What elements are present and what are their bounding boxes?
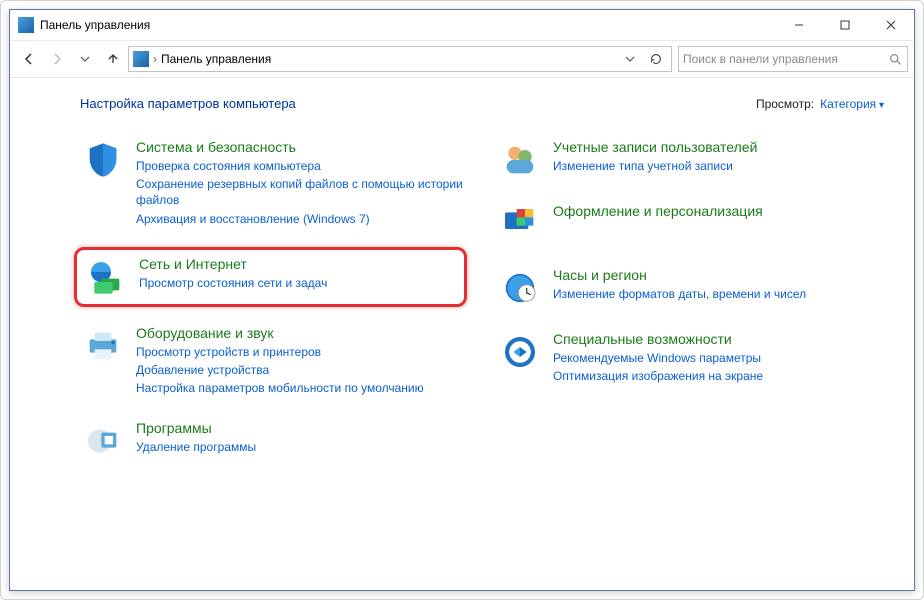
view-by-dropdown[interactable]: Категория — [820, 97, 884, 111]
control-panel-icon — [133, 51, 149, 67]
categories-col-left: Система и безопасность Проверка состояни… — [80, 135, 467, 480]
content-area: Настройка параметров компьютера Просмотр… — [10, 78, 914, 590]
control-panel-icon — [18, 17, 34, 33]
appearance-icon — [499, 203, 541, 245]
category-system-security: Система и безопасность Проверка состояни… — [80, 135, 467, 233]
minimize-button[interactable] — [776, 10, 822, 40]
category-link[interactable]: Оптимизация изображения на экране — [553, 368, 882, 384]
titlebar: Панель управления — [10, 10, 914, 41]
breadcrumb[interactable]: Панель управления — [161, 52, 271, 66]
ease-of-access-icon — [499, 331, 541, 373]
printer-icon — [82, 325, 124, 367]
category-link[interactable]: Рекомендуемые Windows параметры — [553, 350, 882, 366]
category-title[interactable]: Специальные возможности — [553, 331, 882, 347]
categories-col-right: Учетные записи пользователей Изменение т… — [497, 135, 884, 480]
page-title: Настройка параметров компьютера — [80, 96, 296, 111]
category-title[interactable]: Оборудование и звук — [136, 325, 465, 341]
category-network-internet: Сеть и Интернет Просмотр состояния сети … — [74, 247, 467, 307]
category-link[interactable]: Удаление программы — [136, 439, 465, 455]
category-hardware-sound: Оборудование и звук Просмотр устройств и… — [80, 321, 467, 403]
refresh-button[interactable] — [645, 48, 667, 70]
shield-icon — [82, 139, 124, 181]
category-clock-region: Часы и регион Изменение форматов даты, в… — [497, 263, 884, 313]
category-link[interactable]: Проверка состояния компьютера — [136, 158, 465, 174]
category-user-accounts: Учетные записи пользователей Изменение т… — [497, 135, 884, 185]
breadcrumb-sep-icon: › — [153, 52, 157, 66]
category-link[interactable]: Сохранение резервных копий файлов с помо… — [136, 176, 465, 208]
navbar: › Панель управления Поиск в панели управ… — [10, 41, 914, 78]
category-link[interactable]: Изменение типа учетной записи — [553, 158, 882, 174]
category-programs: Программы Удаление программы — [80, 416, 467, 466]
address-dropdown-button[interactable] — [619, 48, 641, 70]
category-title[interactable]: Учетные записи пользователей — [553, 139, 882, 155]
close-button[interactable] — [868, 10, 914, 40]
category-link[interactable]: Просмотр устройств и принтеров — [136, 344, 465, 360]
category-title[interactable]: Программы — [136, 420, 465, 436]
category-ease-of-access: Специальные возможности Рекомендуемые Wi… — [497, 327, 884, 390]
category-title[interactable]: Оформление и персонализация — [553, 203, 882, 219]
category-title[interactable]: Часы и регион — [553, 267, 882, 283]
search-box[interactable]: Поиск в панели управления — [678, 46, 908, 72]
back-button[interactable] — [16, 46, 42, 72]
control-panel-window: Панель управления › Панель управления — [9, 9, 915, 591]
window-title: Панель управления — [40, 18, 150, 32]
category-appearance: Оформление и персонализация — [497, 199, 884, 249]
search-placeholder: Поиск в панели управления — [683, 52, 887, 66]
categories: Система и безопасность Проверка состояни… — [80, 135, 884, 480]
content-header: Настройка параметров компьютера Просмотр… — [80, 96, 884, 111]
view-by-label: Просмотр: — [756, 97, 814, 111]
recent-locations-button[interactable] — [72, 46, 98, 72]
category-title[interactable]: Система и безопасность — [136, 139, 465, 155]
category-title[interactable]: Сеть и Интернет — [139, 256, 456, 272]
forward-button[interactable] — [44, 46, 70, 72]
search-icon — [887, 53, 903, 66]
up-button[interactable] — [100, 46, 126, 72]
address-bar[interactable]: › Панель управления — [128, 46, 672, 72]
globe-network-icon — [85, 256, 127, 298]
category-link[interactable]: Добавление устройства — [136, 362, 465, 378]
clock-globe-icon — [499, 267, 541, 309]
users-icon — [499, 139, 541, 181]
maximize-button[interactable] — [822, 10, 868, 40]
category-link[interactable]: Архивация и восстановление (Windows 7) — [136, 211, 465, 227]
category-link[interactable]: Просмотр состояния сети и задач — [139, 275, 456, 291]
category-link[interactable]: Настройка параметров мобильности по умол… — [136, 380, 465, 396]
programs-icon — [82, 420, 124, 462]
category-link[interactable]: Изменение форматов даты, времени и чисел — [553, 286, 882, 302]
